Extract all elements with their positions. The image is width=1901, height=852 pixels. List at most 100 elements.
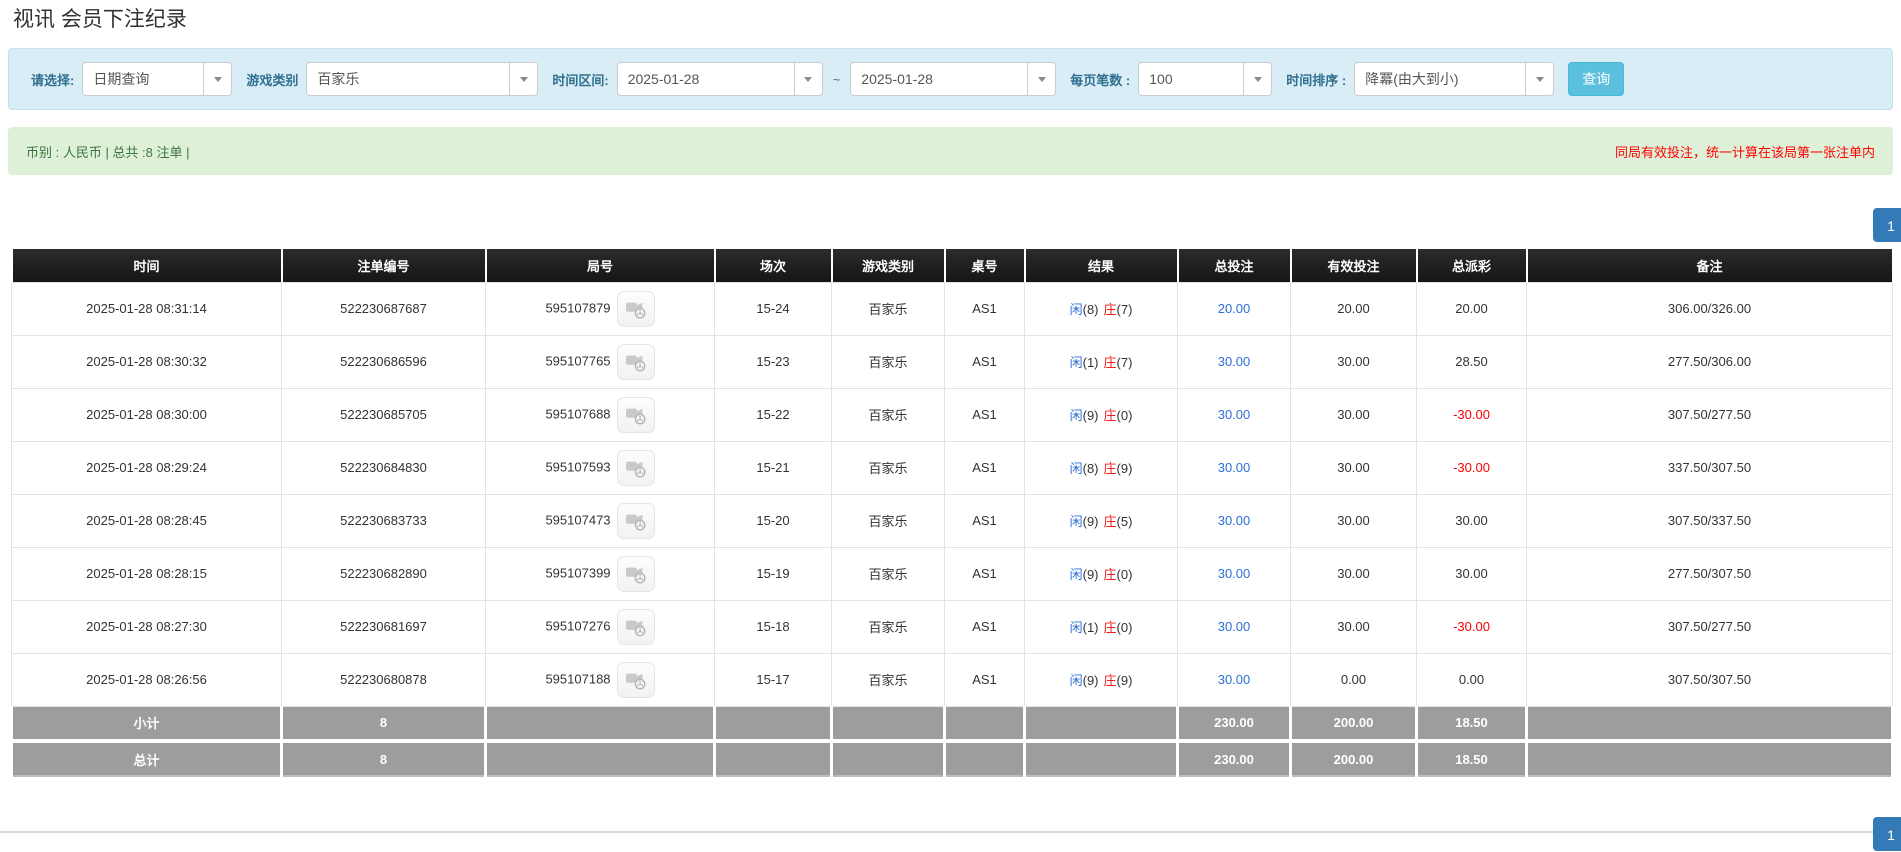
game-type-select[interactable]: 百家乐 xyxy=(306,62,539,96)
video-replay-button[interactable] xyxy=(616,449,655,486)
result-cell: 闲(9) 庄(0) xyxy=(1024,546,1178,601)
session: 15-20 xyxy=(714,493,832,548)
bet-time: 2025-01-28 08:28:45 xyxy=(11,493,282,548)
search-button[interactable]: 查询 xyxy=(1568,62,1625,96)
query-type-label: 请选择: xyxy=(31,72,75,88)
total-bet-link[interactable]: 20.00 xyxy=(1218,301,1251,316)
bet-id: 522230685705 xyxy=(281,387,486,442)
page-size-label: 每页笔数 : xyxy=(1070,72,1131,88)
round-cell: 595107593 xyxy=(485,440,715,495)
banker-result: 庄 xyxy=(1103,567,1117,582)
table-no: AS1 xyxy=(944,387,1025,442)
filter-bar: 请选择: 日期查询 游戏类别 百家乐 时间区间: 2025-01-28 ~ 20… xyxy=(8,48,1893,110)
sort-order-value: 降冪(由大到小) xyxy=(1365,71,1459,87)
total-bet-cell: 30.00 xyxy=(1177,652,1291,707)
chevron-down-icon xyxy=(1243,63,1272,95)
session: 15-23 xyxy=(714,334,832,389)
total-valid-bet: 200.00 xyxy=(1289,739,1418,777)
round-cell: 595107879 xyxy=(485,281,715,336)
total-bet-cell: 30.00 xyxy=(1177,546,1291,601)
game-type: 百家乐 xyxy=(831,334,945,389)
video-replay-button[interactable] xyxy=(616,661,655,698)
chevron-down-icon xyxy=(1525,63,1554,95)
bet-id: 522230686596 xyxy=(281,334,486,389)
table-row: 2025-01-28 08:30:32 522230686596 5951077… xyxy=(11,334,1893,389)
payout: -30.00 xyxy=(1416,387,1527,442)
video-camera-icon xyxy=(625,620,646,636)
round-id: 595107276 xyxy=(545,617,611,633)
session: 15-17 xyxy=(714,652,832,707)
game-type-value: 百家乐 xyxy=(317,71,360,87)
banker-result: 庄 xyxy=(1103,461,1117,476)
remark: 307.50/277.50 xyxy=(1526,599,1893,654)
query-type-select[interactable]: 日期查询 xyxy=(82,62,233,96)
subtotal-payout: 18.50 xyxy=(1415,706,1528,741)
video-replay-button[interactable] xyxy=(616,290,655,327)
valid-bet: 30.00 xyxy=(1290,546,1417,601)
session: 15-18 xyxy=(714,599,832,654)
total-total-bet: 230.00 xyxy=(1176,739,1292,777)
total-bet-link[interactable]: 30.00 xyxy=(1218,566,1251,581)
date-from-select[interactable]: 2025-01-28 xyxy=(616,62,823,96)
date-to-value: 2025-01-28 xyxy=(861,71,933,87)
summary-bar: 币别 : 人民币 | 总共 :8 注单 | 同局有效投注，统一计算在该局第一张注… xyxy=(8,127,1893,175)
table-row: 2025-01-28 08:28:15 522230682890 5951073… xyxy=(11,546,1893,601)
page-size-select[interactable]: 100 xyxy=(1138,62,1273,96)
total-bet-link[interactable]: 30.00 xyxy=(1218,513,1251,528)
remark: 307.50/307.50 xyxy=(1526,652,1893,707)
video-replay-button[interactable] xyxy=(616,502,655,539)
header-time: 时间 xyxy=(10,249,283,282)
player-result: 闲 xyxy=(1069,302,1083,317)
subtotal-row: 小计 8 230.00 200.00 18.50 xyxy=(10,706,1894,741)
video-replay-button[interactable] xyxy=(616,608,655,645)
video-replay-button[interactable] xyxy=(616,343,655,380)
bet-time: 2025-01-28 08:29:24 xyxy=(11,440,282,495)
total-bet-link[interactable]: 30.00 xyxy=(1218,619,1251,634)
total-bet-link[interactable]: 30.00 xyxy=(1218,354,1251,369)
payout: 28.50 xyxy=(1416,334,1527,389)
round-id: 595107765 xyxy=(545,352,611,368)
payout: 0.00 xyxy=(1416,652,1527,707)
header-bet-id: 注单编号 xyxy=(280,249,487,282)
remark: 277.50/306.00 xyxy=(1526,334,1893,389)
total-bet-cell: 30.00 xyxy=(1177,493,1291,548)
table-no: AS1 xyxy=(944,440,1025,495)
page-1-button[interactable]: 1 xyxy=(1873,817,1901,851)
result-cell: 闲(9) 庄(0) xyxy=(1024,387,1178,442)
round-cell: 595107276 xyxy=(485,599,715,654)
header-payout: 总派彩 xyxy=(1415,249,1528,282)
game-type: 百家乐 xyxy=(831,281,945,336)
page-1-button[interactable]: 1 xyxy=(1873,208,1901,242)
chevron-down-icon xyxy=(1027,63,1056,95)
video-replay-button[interactable] xyxy=(616,396,655,433)
remark: 307.50/337.50 xyxy=(1526,493,1893,548)
video-camera-icon xyxy=(625,673,646,689)
payout: 30.00 xyxy=(1416,546,1527,601)
result-cell: 闲(8) 庄(9) xyxy=(1024,440,1178,495)
bet-id: 522230683733 xyxy=(281,493,486,548)
valid-bet: 30.00 xyxy=(1290,599,1417,654)
video-replay-button[interactable] xyxy=(616,555,655,592)
banker-result: 庄 xyxy=(1103,514,1117,529)
pagination-top: 1 xyxy=(1873,208,1901,242)
total-bet-link[interactable]: 30.00 xyxy=(1218,672,1251,687)
bet-id: 522230684830 xyxy=(281,440,486,495)
header-round-id: 局号 xyxy=(484,249,716,282)
video-camera-icon xyxy=(625,302,646,318)
total-bet-link[interactable]: 30.00 xyxy=(1218,407,1251,422)
result-cell: 闲(9) 庄(5) xyxy=(1024,493,1178,548)
round-id: 595107473 xyxy=(545,511,611,527)
result-cell: 闲(1) 庄(7) xyxy=(1024,334,1178,389)
round-id: 595107879 xyxy=(545,299,611,315)
result-cell: 闲(1) 庄(0) xyxy=(1024,599,1178,654)
table-row: 2025-01-28 08:29:24 522230684830 5951075… xyxy=(11,440,1893,495)
session: 15-24 xyxy=(714,281,832,336)
table-no: AS1 xyxy=(944,652,1025,707)
sort-order-select[interactable]: 降冪(由大到小) xyxy=(1354,62,1555,96)
header-session: 场次 xyxy=(713,249,833,282)
date-to-select[interactable]: 2025-01-28 xyxy=(850,62,1057,96)
player-result: 闲 xyxy=(1069,567,1083,582)
total-bet-link[interactable]: 30.00 xyxy=(1218,460,1251,475)
bet-time: 2025-01-28 08:31:14 xyxy=(11,281,282,336)
chevron-down-icon xyxy=(793,63,822,95)
